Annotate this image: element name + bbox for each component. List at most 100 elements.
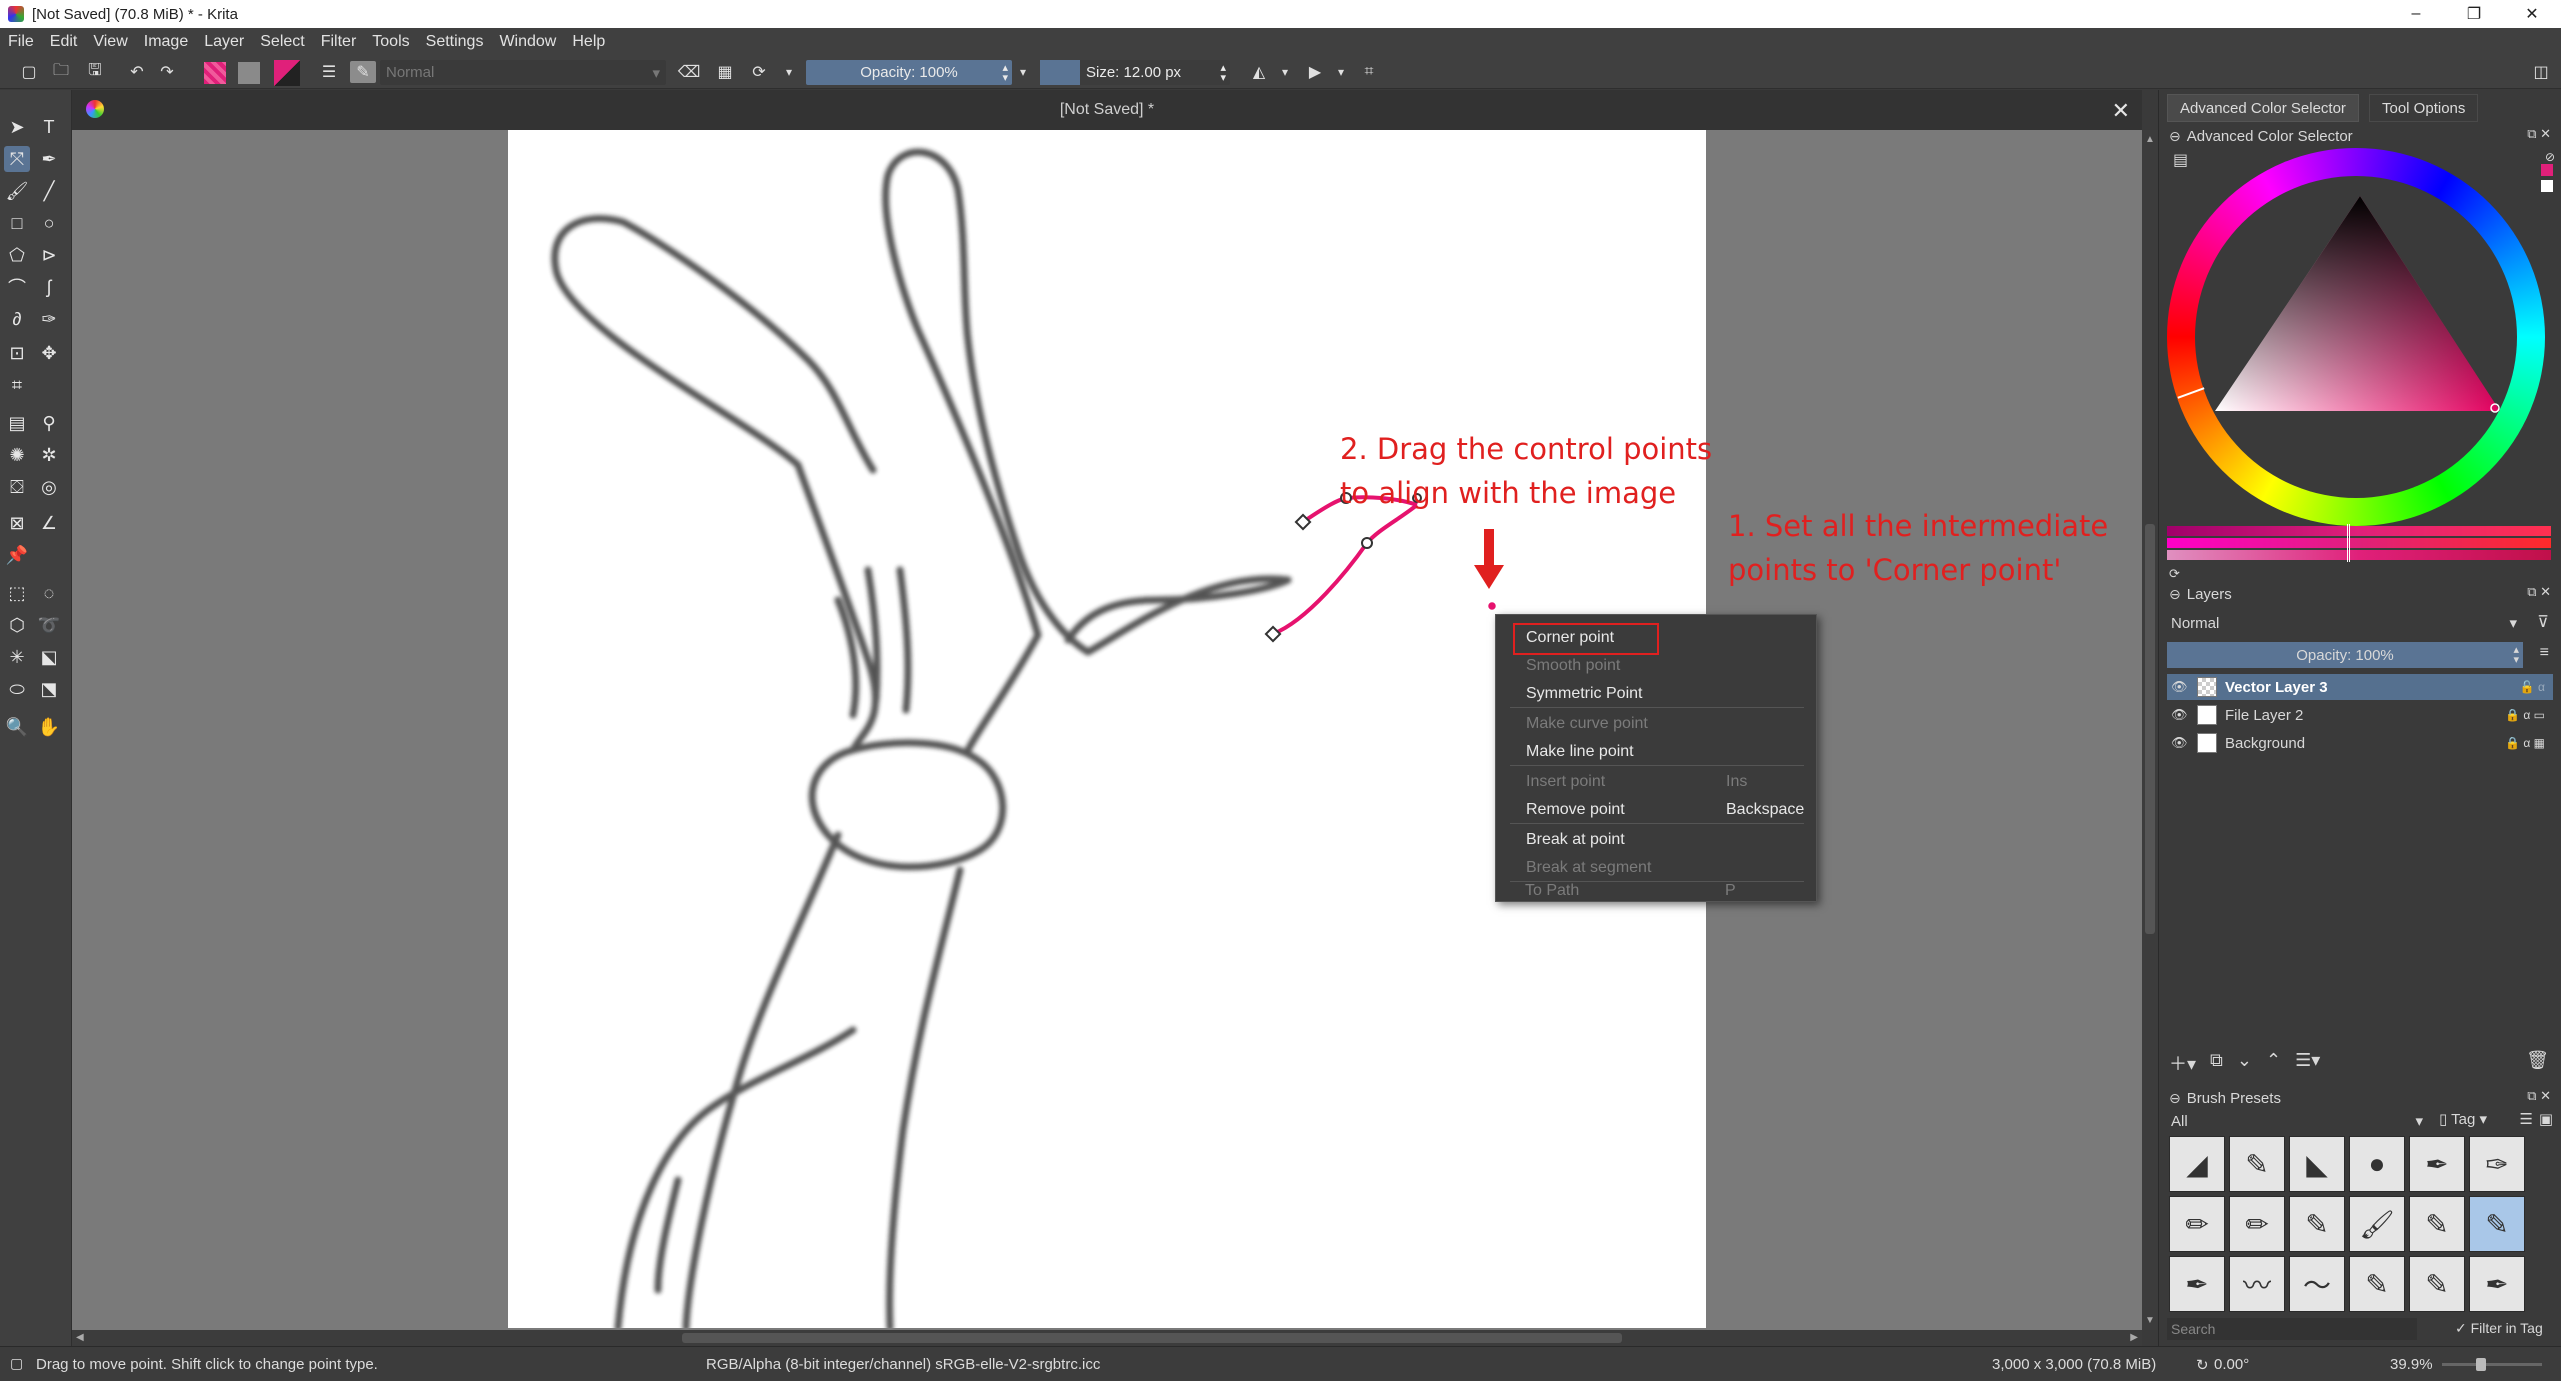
brush-preset-blue-pen[interactable]: ✒: [2169, 1256, 2225, 1312]
tag-button[interactable]: ▯ Tag ▾: [2439, 1110, 2487, 1128]
brush-presets-settings-icon[interactable]: ▣: [2539, 1110, 2553, 1128]
chevron-down-icon[interactable]: ▾: [782, 61, 796, 83]
duplicate-layer-icon[interactable]: ⧉: [2210, 1050, 2223, 1076]
brush-preset-fine-pencil[interactable]: ✏: [2169, 1196, 2225, 1252]
menu-item-make-line-point[interactable]: Make line point: [1526, 743, 1634, 761]
tab-advanced-color-selector[interactable]: Advanced Color Selector: [2167, 94, 2359, 122]
scroll-down-icon[interactable]: ▼: [2145, 1315, 2155, 1326]
wrap-around-icon[interactable]: ⌗: [1358, 61, 1380, 83]
fill-tool-icon[interactable]: ⛋: [4, 474, 30, 500]
brush-preset-marker[interactable]: ✑: [2469, 1136, 2525, 1192]
text-tool-icon[interactable]: T: [36, 114, 62, 140]
close-document-button[interactable]: ✕: [2112, 98, 2130, 124]
polygonal-selection-tool-icon[interactable]: ⬡: [4, 612, 30, 638]
undo-icon[interactable]: ↶: [126, 61, 148, 83]
transform-tool-icon[interactable]: ⊡: [4, 340, 30, 366]
close-window-button[interactable]: ✕: [2503, 0, 2561, 28]
contiguous-selection-tool-icon[interactable]: ✳: [4, 644, 30, 670]
eraser-mode-icon[interactable]: ⌫: [678, 61, 701, 83]
layer-filter-icon[interactable]: ⊽: [2537, 612, 2549, 632]
chevron-down-icon[interactable]: ▾: [1334, 61, 1348, 83]
rectangle-tool-icon[interactable]: □: [4, 210, 30, 236]
brush-preset-flat[interactable]: ✎: [2349, 1256, 2405, 1312]
menu-image[interactable]: Image: [144, 33, 188, 51]
brush-settings-icon[interactable]: ☰: [318, 61, 340, 83]
select-shapes-tool-icon[interactable]: ➤: [4, 114, 30, 140]
layer-row-background[interactable]: 👁 Background 🔒 α ▦: [2167, 730, 2553, 756]
blend-mode-select[interactable]: Normal ▾: [380, 60, 666, 85]
layer-options-icon[interactable]: ≡: [2540, 644, 2549, 662]
mirror-horizontal-icon[interactable]: ◭: [1248, 61, 1270, 83]
similar-selection-tool-icon[interactable]: ⬕: [36, 644, 62, 670]
delete-layer-icon[interactable]: 🗑: [2526, 1050, 2549, 1071]
gradient-tool-icon[interactable]: ▤: [4, 410, 30, 436]
chevron-down-icon[interactable]: ▾: [1278, 61, 1292, 83]
ellipse-tool-icon[interactable]: ○: [36, 210, 62, 236]
brush-preset-paint[interactable]: 🖌: [2349, 1196, 2405, 1252]
add-layer-icon[interactable]: ＋▾: [2169, 1050, 2196, 1076]
float-close-docker-icon[interactable]: ⧉ ✕: [2527, 584, 2551, 600]
color-slider-bar-3[interactable]: [2167, 550, 2551, 560]
visibility-eye-icon[interactable]: 👁: [2171, 707, 2188, 723]
brush-preset-texture[interactable]: 〰: [2229, 1256, 2285, 1312]
dock-layout-icon[interactable]: ◫: [2530, 61, 2552, 83]
lock-docker-icon[interactable]: ⊖: [2169, 128, 2181, 145]
brush-view-mode-icon[interactable]: ☰: [2520, 1110, 2533, 1128]
scroll-up-icon[interactable]: ▲: [2145, 134, 2155, 145]
edit-shapes-tool-icon[interactable]: ⤧: [4, 146, 30, 172]
dynamic-brush-tool-icon[interactable]: ∂: [4, 306, 30, 332]
measure-tool-icon[interactable]: ∠: [36, 510, 62, 536]
menu-item-to-path[interactable]: To Path: [1525, 882, 1579, 900]
brush-preset-soft[interactable]: ◣: [2289, 1136, 2345, 1192]
menu-settings[interactable]: Settings: [426, 33, 484, 51]
color-slider-bar-1[interactable]: [2167, 526, 2551, 536]
menu-item-insert-point[interactable]: Insert point: [1526, 773, 1605, 791]
mirror-vertical-icon[interactable]: ▶: [1304, 61, 1326, 83]
menu-item-make-curve-point[interactable]: Make curve point: [1526, 715, 1648, 733]
minimize-button[interactable]: –: [2387, 0, 2445, 28]
control-point[interactable]: [1264, 625, 1282, 643]
layer-lock-alpha-icon[interactable]: 🔒 α ▭: [2505, 708, 2545, 722]
float-close-docker-icon[interactable]: ⧉ ✕: [2527, 1088, 2551, 1104]
brush-preset-liner[interactable]: ✎: [2409, 1256, 2465, 1312]
brush-preset-icon[interactable]: ✎: [350, 61, 376, 83]
reset-colors-icon[interactable]: ⊘: [2545, 150, 2555, 164]
zoom-slider-handle[interactable]: [2476, 1358, 2486, 1371]
freehand-brush-tool-icon[interactable]: 🖌: [4, 178, 30, 204]
saturation-value-triangle[interactable]: [2195, 176, 2517, 498]
menu-file[interactable]: File: [8, 33, 34, 51]
layer-opacity-slider[interactable]: Opacity: 100% ▴ ▾: [2167, 642, 2523, 668]
vertical-scrollbar[interactable]: ▲ ▼: [2142, 130, 2158, 1330]
layer-properties-icon[interactable]: ☰▾: [2295, 1050, 2320, 1076]
foreground-color-chip[interactable]: [2541, 164, 2553, 176]
bezier-curve-tool-icon[interactable]: ⌒: [4, 274, 30, 300]
visibility-eye-icon[interactable]: 👁: [2171, 735, 2188, 751]
float-close-docker-icon[interactable]: ⧉ ✕: [2527, 126, 2551, 142]
document-tab[interactable]: [Not Saved] * ✕: [72, 90, 2142, 130]
zoom-tool-icon[interactable]: 🔍: [4, 714, 30, 740]
brush-preset-gold[interactable]: ✒: [2469, 1256, 2525, 1312]
color-slider-cursor[interactable]: [2347, 524, 2350, 562]
lock-docker-icon[interactable]: ⊖: [2169, 586, 2181, 603]
layer-blend-mode-select[interactable]: Normal ▾: [2167, 612, 2523, 634]
brush-preset-selected[interactable]: ✎: [2469, 1196, 2525, 1252]
handle-point[interactable]: [1361, 537, 1373, 549]
elliptical-selection-tool-icon[interactable]: ◌: [36, 580, 62, 606]
pattern-swatch[interactable]: [238, 62, 260, 84]
brush-preset-eraser[interactable]: ◢: [2169, 1136, 2225, 1192]
similar-color-tool-icon[interactable]: ✲: [36, 442, 62, 468]
redo-icon[interactable]: ↷: [156, 61, 178, 83]
scroll-left-icon[interactable]: ◀: [76, 1332, 84, 1343]
polyline-tool-icon[interactable]: ⊳: [36, 242, 62, 268]
menu-edit[interactable]: Edit: [50, 33, 78, 51]
menu-item-symmetric-point[interactable]: Symmetric Point: [1526, 685, 1642, 703]
save-document-icon[interactable]: 🖫: [84, 61, 106, 83]
menu-filter[interactable]: Filter: [321, 33, 357, 51]
menu-select[interactable]: Select: [260, 33, 304, 51]
polygon-tool-icon[interactable]: ⬠: [4, 242, 30, 268]
layer-lock-alpha-icon[interactable]: 🔒 α ▦: [2505, 736, 2545, 750]
background-color-chip[interactable]: [2541, 180, 2553, 192]
layer-row-vector-layer-3[interactable]: 👁 Vector Layer 3 🔓 α: [2167, 674, 2553, 700]
preserve-alpha-icon[interactable]: ▦: [714, 61, 736, 83]
enclose-fill-tool-icon[interactable]: ◎: [36, 474, 62, 500]
